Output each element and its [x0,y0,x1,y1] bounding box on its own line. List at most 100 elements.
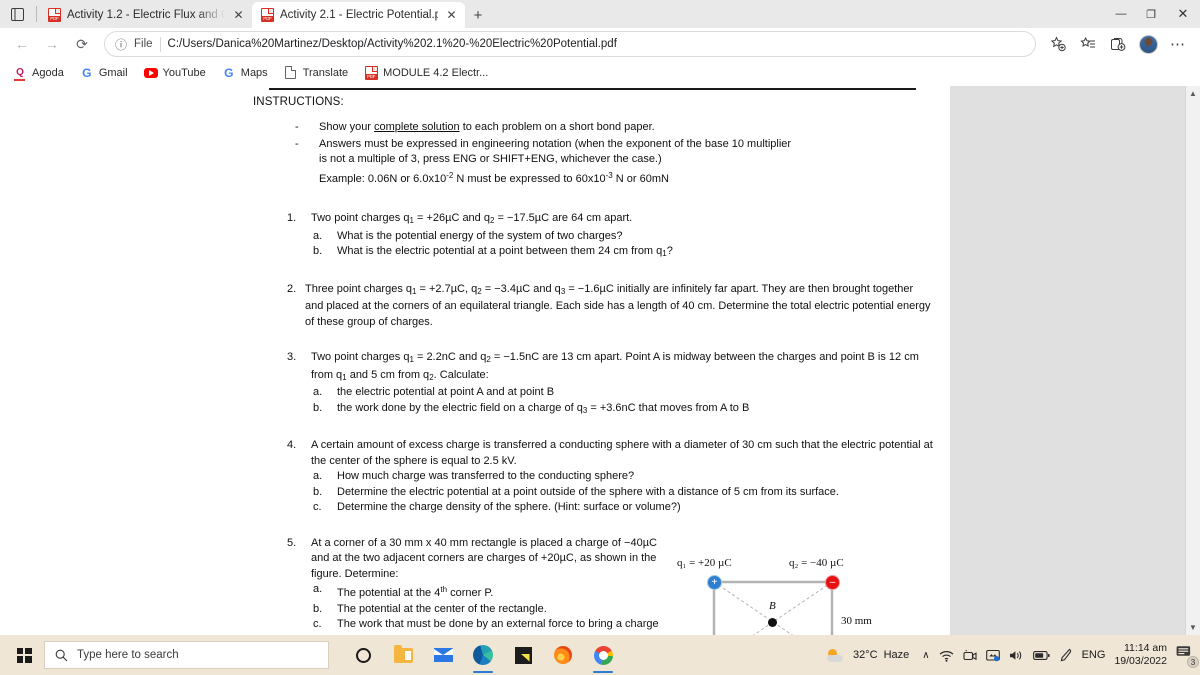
problem-subitems: a. the electric potential at point A and… [311,385,934,418]
pen-menu-icon[interactable] [1059,648,1073,662]
bookmark-label: Translate [302,66,349,79]
add-favorite-icon[interactable] [1044,30,1072,58]
file-explorer-button[interactable] [385,636,421,674]
bookmark-maps[interactable]: G Maps [215,64,275,82]
cortana-icon [355,647,371,663]
url-text: C:/Users/Danica%20Martinez/Desktop/Activ… [167,38,617,50]
camera-icon[interactable] [963,649,977,662]
subitem-text: the work done by the electric field on a… [337,401,750,415]
subitem-letter: a. [313,229,323,242]
youtube-icon [143,66,158,80]
collections-icon[interactable] [1104,30,1132,58]
subitem-text: What is the electric potential at a poin… [337,245,673,258]
subitem: a. What is the potential energy of the s… [311,229,934,245]
subitem-letter: b. [313,401,323,414]
star-plus-icon [1050,36,1066,52]
display-sync-glyph-icon [985,649,1000,661]
chrome-button[interactable] [585,636,621,674]
forward-button[interactable]: → [38,30,66,58]
settings-and-more-icon[interactable]: ⋯ [1164,30,1192,58]
system-tray: 32°C Haze ∧ ENG 11:14 am 19/03/2022 3 [827,635,1199,675]
problem-5-row: At a corner of a 30 mm x 40 mm rectangle… [311,536,934,636]
subitem: a. How much charge was transferred to th… [311,469,934,485]
scroll-up-icon[interactable]: ▲ [1189,86,1197,101]
instruction-item: Show your complete solution to each prob… [293,120,934,136]
new-tab-button[interactable]: + [465,2,491,28]
subitem: b. The potential at the center of the re… [311,602,671,618]
viewer-left-margin [0,86,235,635]
problem-number: 5. [287,536,297,549]
reload-button[interactable]: ⟳ [68,30,96,58]
figure-height-label: 30 mm [841,614,872,627]
subitem: a. the electric potential at point A and… [311,385,934,401]
bookmark-label: YouTube [162,66,206,79]
close-button[interactable]: ✕ [1166,0,1200,28]
tab-list-icon [10,7,24,21]
subitem-text: Determine the electric potential at a po… [337,485,839,498]
maximize-button[interactable]: ❐ [1136,0,1166,28]
onedrive-sync-icon[interactable] [985,649,1000,662]
firefox-button[interactable] [545,636,581,674]
wifi-icon[interactable] [939,649,954,662]
problem-5-text: At a corner of a 30 mm x 40 mm rectangle… [311,536,671,636]
back-button[interactable]: ← [8,30,36,58]
bookmark-translate[interactable]: Translate [277,64,355,82]
pen-glyph-icon [1060,648,1071,662]
subitem: b. Determine the electric potential at a… [311,485,934,501]
viewer-scrollbar[interactable]: ▲ ▼ [1185,86,1200,635]
subitem: a. The potential at the 4th corner P. [311,582,671,602]
battery-icon[interactable] [1032,650,1050,661]
profile-avatar[interactable] [1134,30,1162,58]
page-rule [269,88,916,90]
tab-activity-2-1[interactable]: PDF Activity 2.1 - Electric Potential.pd… [252,2,465,28]
minimize-button[interactable]: — [1106,0,1136,28]
subitem-text: the electric potential at point A and at… [337,386,555,398]
scroll-down-icon[interactable]: ▼ [1189,620,1197,635]
instruction-post: to each problem on a short bond paper. [459,121,655,133]
address-bar[interactable]: ⓘ File C:/Users/Danica%20Martinez/Deskto… [104,31,1036,57]
site-info-icon[interactable]: ⓘ [115,36,127,53]
pdf-icon: PDF [48,8,61,22]
edge-icon [473,645,493,665]
language-indicator[interactable]: ENG [1082,649,1106,661]
edge-button[interactable] [465,636,501,674]
problem-body: At a corner of a 30 mm x 40 mm rectangle… [311,536,657,580]
favorites-icon[interactable] [1074,30,1102,58]
figure-q2-label: q₂ = −40 µC [789,556,844,569]
show-hidden-icons-chevron[interactable]: ∧ [922,650,929,661]
instruction-underline: complete solution [374,121,460,133]
collections-plus-icon [1111,38,1126,51]
tab-close-icon[interactable]: ✕ [231,8,246,23]
problem-number: 3. [287,351,297,363]
subitem: b. What is the electric potential at a p… [311,244,934,262]
taskbar-search[interactable]: Type here to search [44,641,329,669]
problem-body: Two point charges q1 = +26µC and q2 = −1… [311,212,633,225]
url-scheme-label: File [134,38,153,50]
bookmark-module-4-2[interactable]: PDF MODULE 4.2 Electr... [357,64,495,82]
tab-actions-menu-icon[interactable] [0,0,34,28]
subitem-text: How much charge was transferred to the c… [337,470,635,482]
cortana-button[interactable] [345,636,381,674]
clock[interactable]: 11:14 am 19/03/2022 [1114,642,1167,668]
title-bar: PDF Activity 1.2 - Electric Flux and Ga … [0,0,1200,28]
volume-icon[interactable] [1009,649,1024,662]
viewer-right-margin: ▲ ▼ [950,86,1200,635]
windows-logo-icon [16,647,32,663]
charge-q1-positive: + [707,574,722,590]
weather-widget[interactable] [827,648,844,663]
mail-button[interactable] [425,636,461,674]
sticky-notes-button[interactable] [505,636,541,674]
problem-2: 2. Three point charges q1 = +2.7µC, q2 =… [287,282,934,331]
bookmark-agoda[interactable]: Q Agoda [6,64,71,82]
tab-close-icon[interactable]: ✕ [444,8,459,23]
start-button[interactable] [4,635,44,675]
wifi-glyph-icon [939,650,954,662]
windows-taskbar: Type here to search 32°C Haze ∧ ENG 11:1… [0,635,1200,675]
bookmark-youtube[interactable]: YouTube [137,64,213,82]
sticky-notes-icon [514,646,532,664]
battery-glyph-icon [1032,650,1050,660]
bookmark-gmail[interactable]: G Gmail [73,64,135,82]
problem-number: 4. [287,439,297,451]
notifications-button[interactable]: 3 [1176,645,1199,668]
tab-activity-1-2[interactable]: PDF Activity 1.2 - Electric Flux and Ga … [39,2,252,28]
